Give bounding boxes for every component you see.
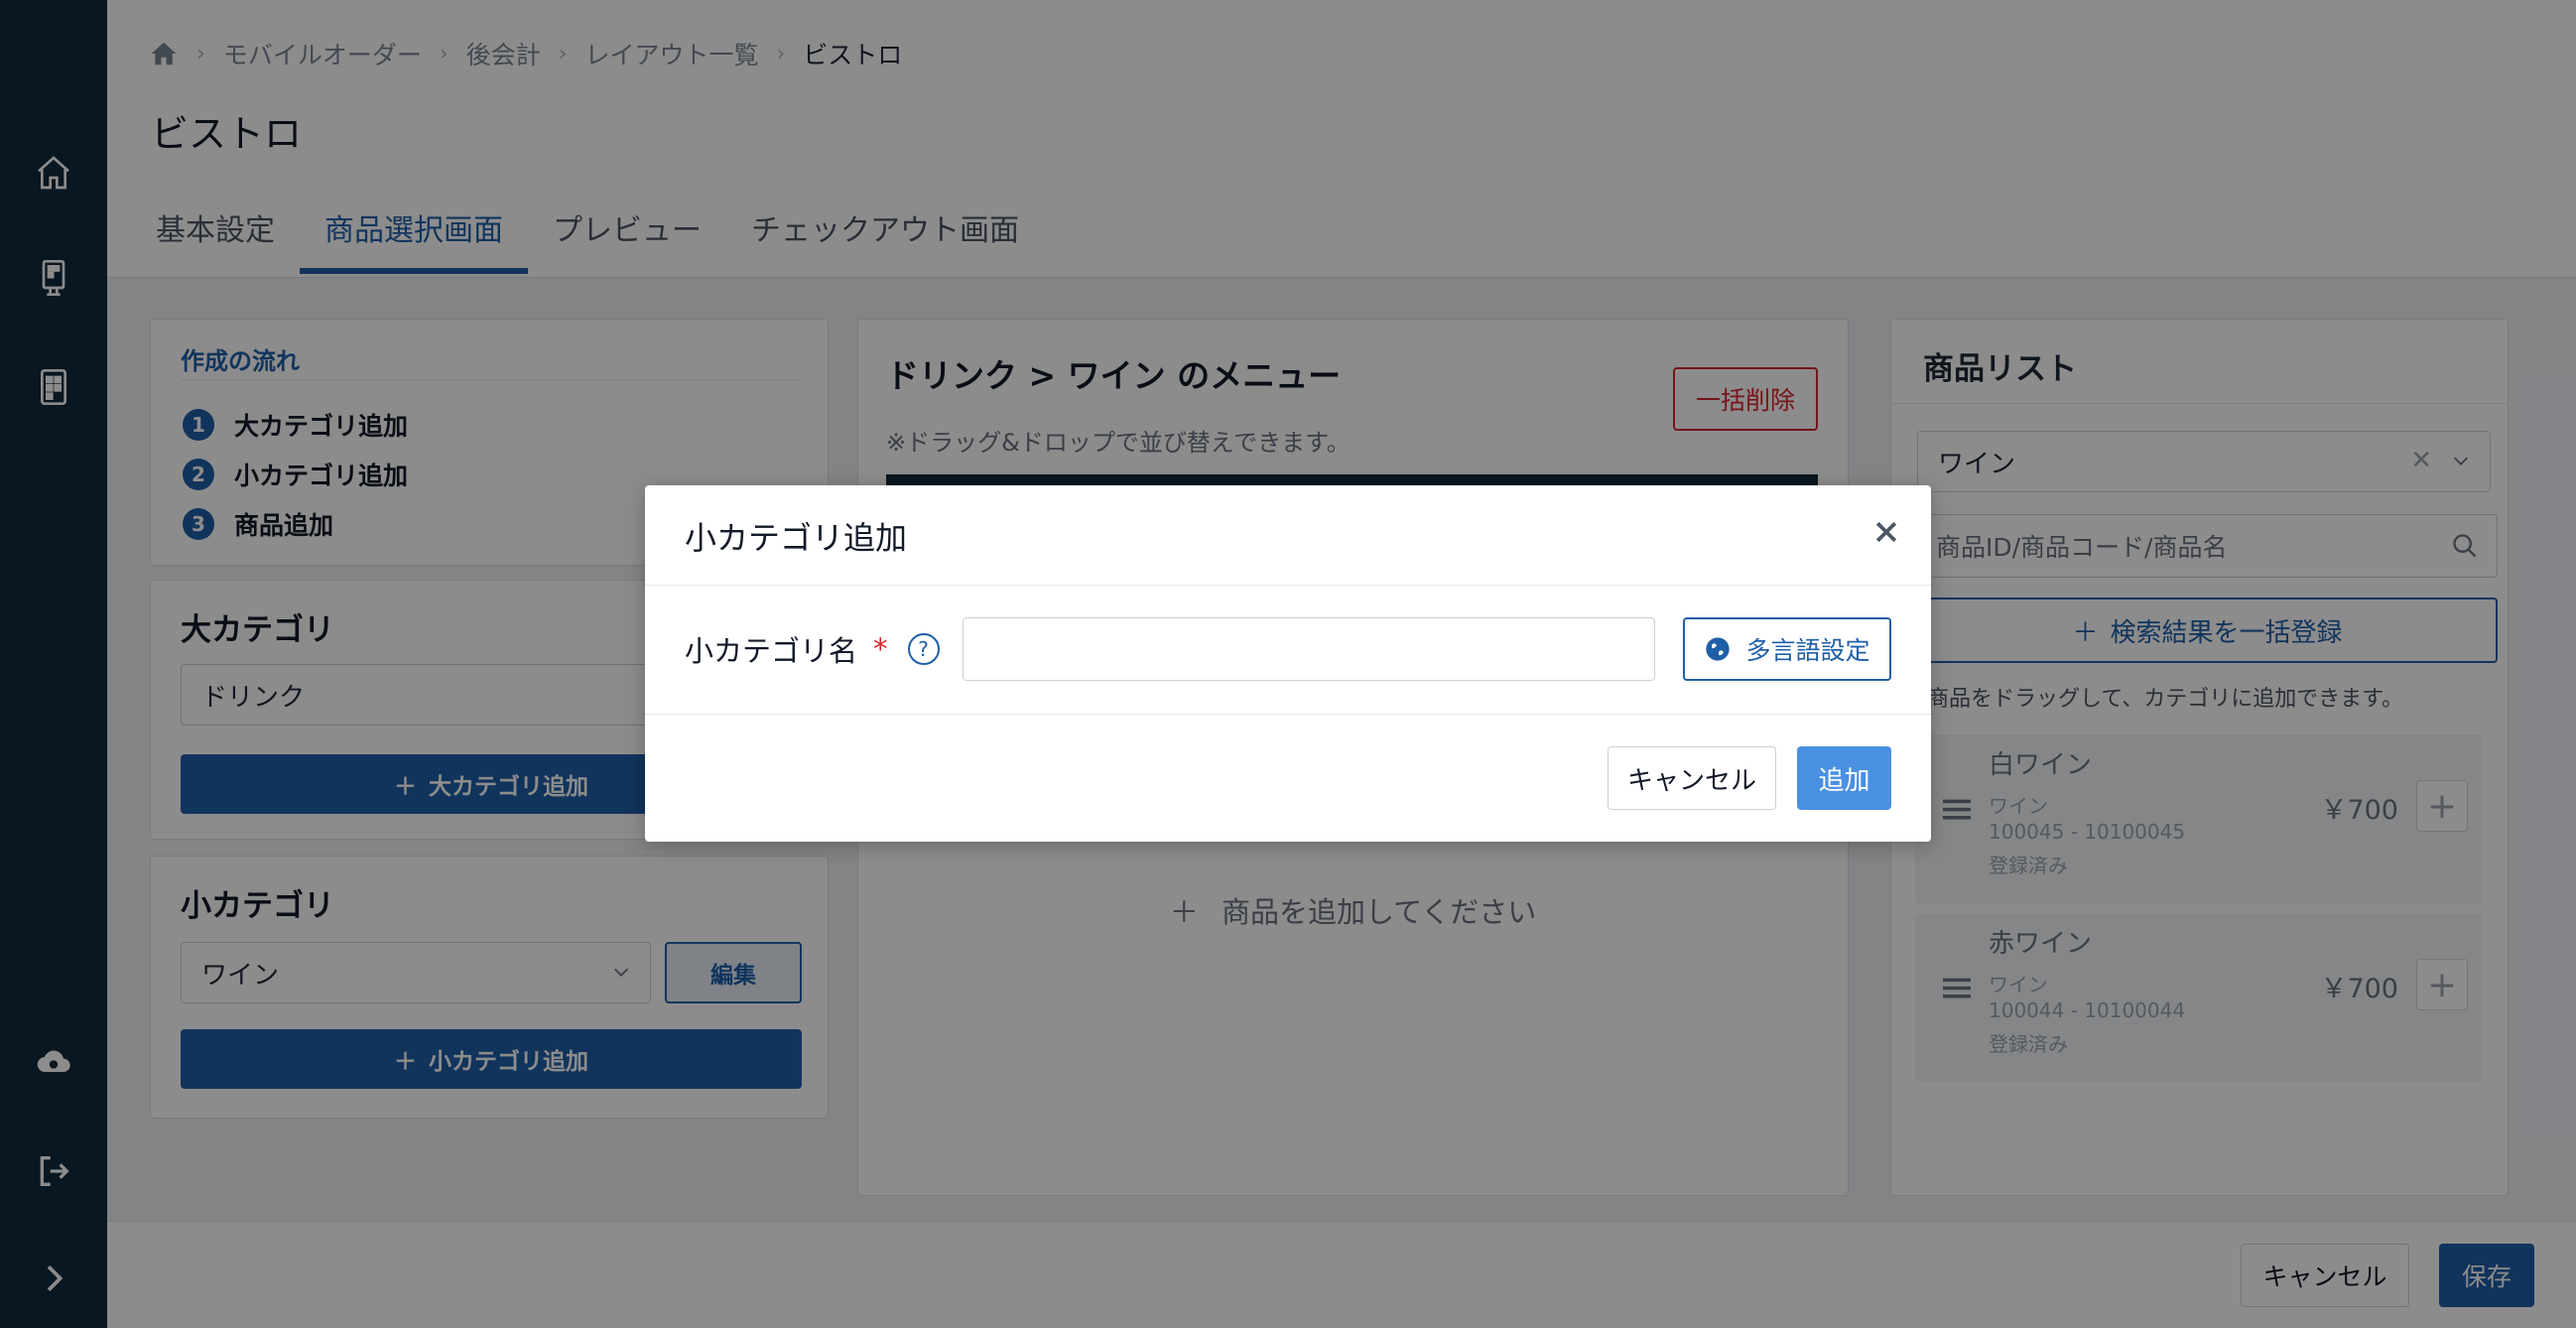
add-small-category-modal: 小カテゴリ追加 小カテゴリ名 * ? 多言語設定 キャンセル 追加 [645, 485, 1931, 842]
field-label: 小カテゴリ名 * ? [685, 628, 940, 670]
required-mark: * [873, 632, 888, 666]
modal-add-button[interactable]: 追加 [1797, 746, 1891, 810]
modal-title: 小カテゴリ追加 [685, 519, 908, 557]
modal-cancel-button[interactable]: キャンセル [1608, 746, 1776, 810]
help-icon[interactable]: ? [907, 633, 940, 665]
divider [645, 585, 1931, 586]
small-category-name-input[interactable] [963, 617, 1655, 681]
divider [645, 714, 1931, 715]
button-label: 多言語設定 [1745, 636, 1870, 665]
close-icon[interactable] [1871, 517, 1901, 547]
field-label-text: 小カテゴリ名 [685, 634, 858, 668]
multilang-settings-button[interactable]: 多言語設定 [1683, 617, 1891, 681]
globe-icon [1706, 637, 1731, 661]
